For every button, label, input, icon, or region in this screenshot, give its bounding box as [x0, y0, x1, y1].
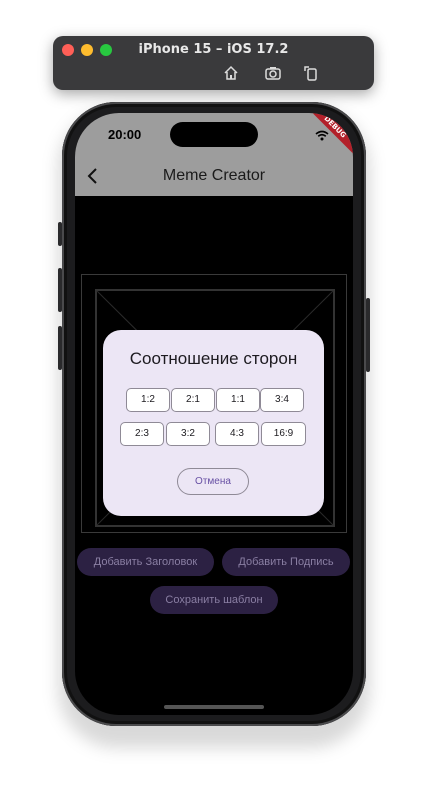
volume-up-button [58, 268, 62, 312]
page-title: Meme Creator [162, 167, 266, 184]
ratio-button-4-3[interactable]: 4:3 [215, 422, 259, 446]
rotate-icon[interactable] [302, 64, 320, 82]
aspect-ratio-dialog: Соотношение сторон 1:2 2:1 1:1 3:4 2:3 3… [103, 330, 324, 516]
action-button [58, 222, 62, 246]
dialog-title: Соотношение сторон [129, 349, 298, 368]
status-time: 20:00 [108, 127, 142, 142]
ratio-button-1-2[interactable]: 1:2 [126, 388, 170, 412]
app-bar: Meme Creator [75, 156, 353, 196]
simulator-title: iPhone 15 – iOS 17.2 [138, 42, 289, 57]
save-template-button[interactable]: Сохранить шаблон [150, 586, 278, 614]
wifi-icon [315, 130, 329, 141]
volume-down-button [58, 326, 62, 370]
ratio-button-16-9[interactable]: 16:9 [261, 422, 306, 446]
dynamic-island [170, 122, 258, 147]
screenshot-icon[interactable] [264, 64, 282, 82]
phone-screen: 20:00 DEBUG Meme Creator Добавить Заголо… [75, 113, 353, 715]
add-caption-button[interactable]: Добавить Подпись [222, 548, 350, 576]
cancel-button[interactable]: Отмена [177, 468, 249, 495]
add-title-button[interactable]: Добавить Заголовок [77, 548, 214, 576]
home-icon[interactable] [222, 64, 240, 82]
power-button [366, 298, 370, 372]
ratio-button-2-3[interactable]: 2:3 [120, 422, 164, 446]
home-indicator[interactable] [164, 705, 264, 709]
ratio-button-3-4[interactable]: 3:4 [260, 388, 304, 412]
ratio-button-3-2[interactable]: 3:2 [166, 422, 210, 446]
ratio-button-1-1[interactable]: 1:1 [216, 388, 260, 412]
status-icons [315, 128, 329, 146]
simulator-toolbar: iPhone 15 – iOS 17.2 [53, 36, 374, 90]
ratio-button-2-1[interactable]: 2:1 [171, 388, 215, 412]
status-bar: 20:00 DEBUG [75, 113, 353, 160]
